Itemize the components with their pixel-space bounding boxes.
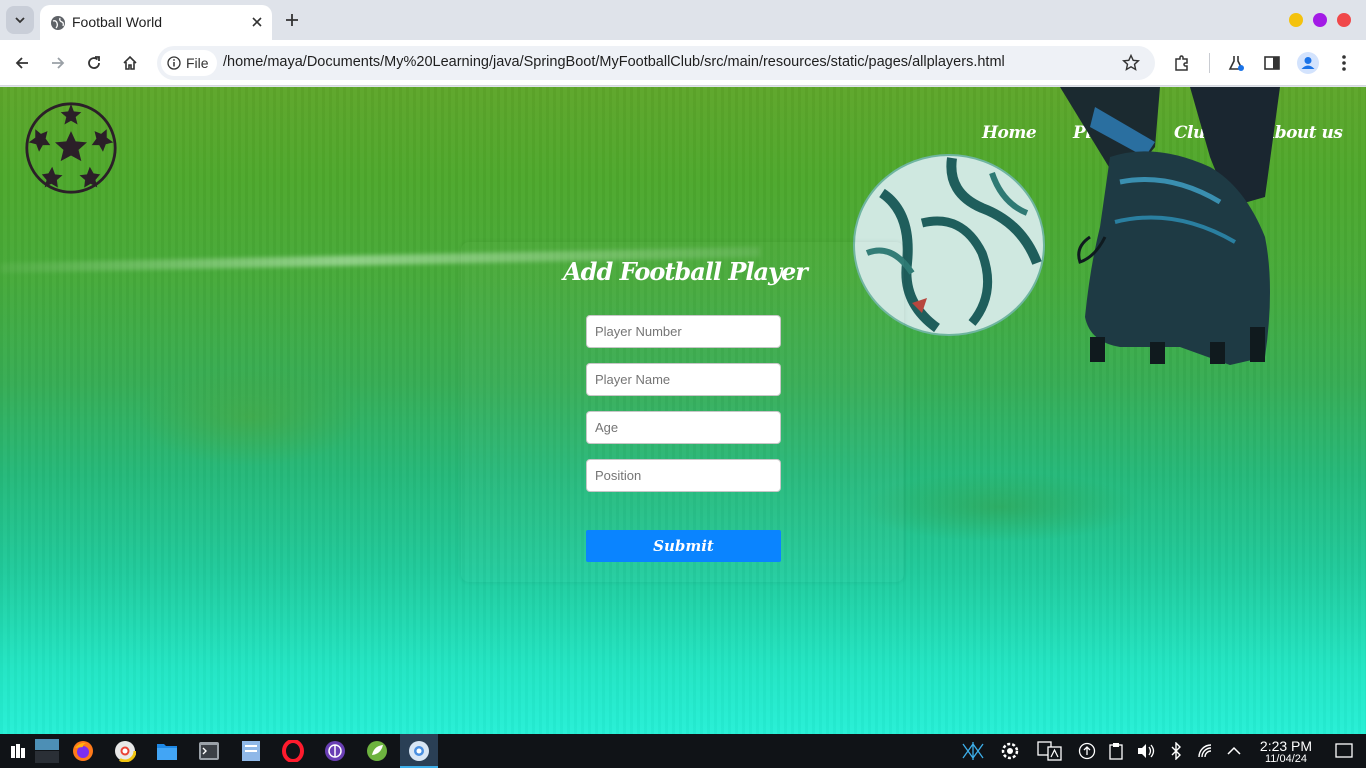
chromium-icon[interactable] [407, 739, 431, 763]
side-panel-icon [1264, 56, 1280, 70]
globe-icon [51, 16, 65, 30]
text-editor-icon[interactable] [239, 739, 263, 763]
updates-icon[interactable] [1077, 741, 1097, 761]
clipboard-icon[interactable] [1106, 741, 1126, 761]
kebab-menu-icon [1342, 55, 1346, 71]
arrow-right-icon [52, 57, 65, 69]
translate-icon[interactable] [1037, 741, 1063, 761]
tab-title: Football World [72, 14, 163, 30]
bluetooth-icon[interactable] [1166, 741, 1186, 761]
back-button[interactable] [9, 50, 35, 76]
position-input[interactable] [586, 459, 781, 492]
chrome-icon[interactable] [113, 739, 137, 763]
home-icon [123, 55, 137, 70]
opera-icon[interactable] [281, 739, 305, 763]
puzzle-icon [1175, 55, 1188, 71]
tor-icon[interactable] [323, 739, 347, 763]
chevron-down-icon [15, 17, 25, 24]
home-button[interactable] [117, 50, 143, 76]
app-launcher-icon[interactable] [6, 739, 30, 763]
form-title: Add Football Player [563, 257, 808, 286]
browser-menu-button[interactable] [1331, 50, 1357, 76]
settings-gear-icon[interactable] [1000, 741, 1020, 761]
plus-icon [286, 14, 298, 26]
springtool-icon[interactable] [365, 739, 389, 763]
window-close-button[interactable] [1337, 13, 1351, 27]
info-icon [167, 56, 181, 70]
clock-date[interactable]: 11/04/24 [1252, 753, 1320, 765]
taskbar: 2:23 PM 11/04/24 [0, 734, 1366, 768]
submit-button[interactable]: Submit [586, 530, 781, 562]
file-label: File [186, 55, 209, 71]
starball-logo-icon[interactable] [24, 101, 118, 195]
reload-button[interactable] [81, 50, 107, 76]
clock-time[interactable]: 2:23 PM [1252, 738, 1320, 754]
files-icon[interactable] [155, 739, 179, 763]
network-map-icon[interactable] [960, 741, 986, 761]
volume-icon[interactable] [1136, 741, 1156, 761]
extensions-button[interactable] [1169, 50, 1195, 76]
page-viewport: Home Players Clubs About us Add Football… [0, 87, 1366, 734]
chevron-up-icon[interactable] [1224, 741, 1244, 761]
player-number-input[interactable] [586, 315, 781, 348]
toolbar-separator [1209, 53, 1210, 73]
tab-search-button[interactable] [6, 6, 34, 34]
minimize-button[interactable] [1289, 13, 1303, 27]
desktop-pager-icon[interactable] [34, 739, 60, 763]
profile-button[interactable] [1295, 50, 1321, 76]
browser-toolbar: File /home/maya/Documents/My%20Learning/… [0, 40, 1366, 86]
player-name-input[interactable] [586, 363, 781, 396]
active-tab[interactable]: Football World [40, 5, 272, 40]
show-desktop-icon[interactable] [1334, 741, 1354, 761]
bookmark-star-icon[interactable] [1119, 51, 1143, 75]
wifi-icon[interactable] [1196, 741, 1216, 761]
url-text[interactable]: /home/maya/Documents/My%20Learning/java/… [223, 54, 1005, 70]
side-panel-button[interactable] [1259, 50, 1285, 76]
age-input[interactable] [586, 411, 781, 444]
flask-icon [1228, 56, 1244, 71]
forward-button[interactable] [45, 50, 71, 76]
reload-icon [88, 56, 100, 69]
site-info-chip[interactable]: File [161, 50, 217, 76]
profile-avatar-icon [1297, 52, 1319, 74]
nav-home[interactable]: Home [982, 123, 1037, 143]
maximize-button[interactable] [1313, 13, 1327, 27]
new-tab-button[interactable] [280, 8, 304, 32]
terminal-icon[interactable] [197, 739, 221, 763]
browser-tab-strip: Football World [0, 0, 1366, 40]
arrow-left-icon [15, 57, 28, 69]
firefox-icon[interactable] [71, 739, 95, 763]
labs-button[interactable] [1223, 50, 1249, 76]
address-bar[interactable]: File /home/maya/Documents/My%20Learning/… [157, 46, 1155, 80]
football-boot-image [1060, 87, 1280, 365]
close-icon[interactable] [248, 13, 266, 31]
